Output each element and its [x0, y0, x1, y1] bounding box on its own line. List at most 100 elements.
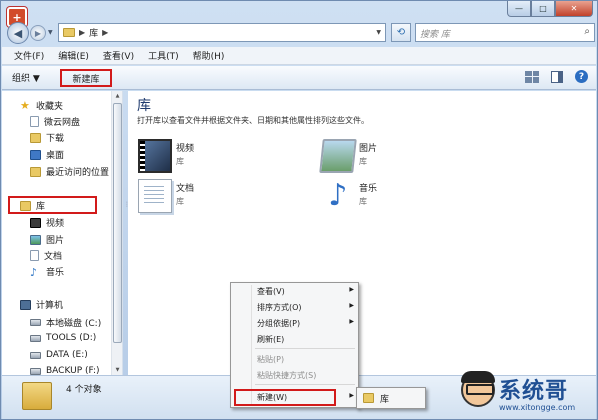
- library-tile-documents[interactable]: 文档 库: [138, 179, 194, 213]
- minimize-button[interactable]: —: [507, 1, 531, 17]
- breadcrumb-library[interactable]: 库: [89, 26, 98, 39]
- chevron-down-icon[interactable]: ▼: [376, 29, 381, 36]
- cloud-drive-icon: [30, 116, 39, 127]
- watermark-url: www.xitongge.com: [499, 403, 576, 412]
- arrow-left-icon: ◀: [13, 26, 23, 40]
- page-description: 打开库以查看文件并根据文件夹、日期和其他属性排列这些文件。: [137, 116, 369, 125]
- navigation-pane: ★ 收藏夹 微云网盘 下载 桌面 最近访问的位置 库 视频 图片 文档 ♪ 音乐…: [2, 91, 123, 375]
- preview-pane-icon[interactable]: [551, 70, 563, 83]
- tile-name: 音乐: [359, 184, 378, 194]
- scroll-up-icon[interactable]: ▲: [113, 91, 122, 101]
- back-button[interactable]: ◀: [7, 22, 29, 44]
- tile-name: 视频: [176, 144, 195, 154]
- ctx-item-new[interactable]: 新建(W) ▶: [257, 392, 354, 403]
- nav-item-label: 本地磁盘 (C:): [46, 319, 102, 329]
- chevron-right-icon[interactable]: ▶: [79, 28, 85, 37]
- picture-library-icon: [319, 139, 357, 173]
- computer-icon: [20, 299, 31, 310]
- nav-item-drive-d[interactable]: TOOLS (D:): [30, 333, 96, 343]
- nav-item-videos[interactable]: 视频: [30, 216, 64, 229]
- nav-item-label: 图片: [46, 236, 65, 246]
- explorer-window: + — □ ✕ ◀ ▶ ▼ ▶ 库 ▶ ▼ ⟲ 搜索 库 ⌕ 文件(F) 编辑(…: [0, 0, 598, 420]
- search-input[interactable]: 搜索 库 ⌕: [415, 23, 595, 42]
- menu-view[interactable]: 查看(V): [103, 49, 134, 62]
- organize-button[interactable]: 组织 ▼: [2, 71, 50, 84]
- menu-gutter: [251, 285, 252, 405]
- nav-item-label: DATA (E:): [46, 350, 88, 360]
- recent-places-icon: [30, 166, 41, 177]
- drive-icon: [30, 334, 41, 342]
- nav-item-label: 微云网盘: [44, 118, 81, 128]
- menu-tools[interactable]: 工具(T): [148, 49, 179, 62]
- library-icon: [363, 393, 374, 403]
- library-tile-pictures[interactable]: 图片 库: [319, 139, 378, 173]
- video-icon: [30, 217, 41, 228]
- nav-favorites[interactable]: ★ 收藏夹: [20, 99, 63, 112]
- music-note-icon: ♪: [30, 265, 38, 279]
- nav-item-downloads[interactable]: 下载: [30, 131, 64, 144]
- tile-name: 图片: [359, 144, 378, 154]
- nav-item-desktop[interactable]: 桌面: [30, 148, 64, 161]
- chevron-right-icon[interactable]: ▶: [102, 28, 108, 37]
- mascot-logo-icon: [461, 371, 495, 407]
- nav-item-music[interactable]: ♪ 音乐: [30, 265, 64, 279]
- site-watermark: 系统哥 www.xitongge.com: [459, 369, 597, 419]
- ctx-item-label: 排序方式(O): [257, 303, 302, 312]
- nav-item-drive-f[interactable]: BACKUP (F:): [30, 366, 100, 375]
- nav-scrollbar[interactable]: ▲ ▼: [111, 91, 122, 375]
- library-tile-music[interactable]: ♪ 音乐 库: [321, 179, 377, 213]
- submenu-arrow-icon: ▶: [349, 318, 354, 325]
- nav-computer[interactable]: 计算机: [20, 298, 63, 311]
- menu-help[interactable]: 帮助(H): [193, 49, 225, 62]
- ctx-item-label: 新建(W): [257, 393, 288, 402]
- nav-item-weiyun[interactable]: 微云网盘: [30, 115, 80, 128]
- ctx-item-sort[interactable]: 排序方式(O) ▶: [257, 302, 354, 313]
- scroll-thumb[interactable]: [113, 103, 122, 343]
- recent-pages-dropdown[interactable]: ▼: [48, 29, 53, 36]
- address-bar[interactable]: ▶ 库 ▶ ▼: [58, 23, 386, 42]
- new-submenu: 库: [356, 387, 426, 409]
- scroll-down-icon[interactable]: ▼: [113, 365, 122, 375]
- command-bar: 组织 ▼ 新建库 ?: [2, 66, 596, 90]
- menu-file[interactable]: 文件(F): [14, 49, 44, 62]
- page-title: 库: [137, 98, 151, 114]
- ctx-item-label: 查看(V): [257, 287, 285, 296]
- nav-favorites-label: 收藏夹: [36, 102, 64, 112]
- tile-subtitle: 库: [359, 157, 367, 166]
- nav-item-drive-c[interactable]: 本地磁盘 (C:): [30, 316, 101, 329]
- picture-icon: [30, 234, 41, 245]
- new-library-button[interactable]: 新建库: [60, 69, 112, 87]
- refresh-button[interactable]: ⟲: [391, 23, 411, 42]
- forward-button[interactable]: ▶: [30, 25, 46, 41]
- ctx-item-group[interactable]: 分组依据(P) ▶: [257, 318, 354, 329]
- nav-item-recent[interactable]: 最近访问的位置: [30, 165, 109, 178]
- view-controls: ?: [525, 70, 588, 83]
- nav-item-drive-e[interactable]: DATA (E:): [30, 350, 88, 360]
- close-button[interactable]: ✕: [555, 1, 593, 17]
- nav-computer-label: 计算机: [36, 301, 64, 311]
- ctx-item-paste: 粘贴(P): [257, 355, 285, 364]
- submenu-item-library[interactable]: 库: [380, 392, 389, 405]
- nav-libraries[interactable]: 库: [20, 199, 45, 212]
- tile-subtitle: 库: [176, 197, 184, 206]
- video-library-icon: [138, 139, 172, 173]
- refresh-icon: ⟲: [396, 27, 406, 38]
- watermark-brand: 系统哥: [499, 379, 569, 404]
- ctx-item-label: 分组依据(P): [257, 319, 301, 328]
- maximize-button[interactable]: □: [531, 1, 555, 17]
- library-tile-videos[interactable]: 视频 库: [138, 139, 194, 173]
- menu-edit[interactable]: 编辑(E): [58, 49, 89, 62]
- tile-name: 文档: [176, 184, 195, 194]
- context-menu: 查看(V) ▶ 排序方式(O) ▶ 分组依据(P) ▶ 刷新(E) 粘贴(P) …: [230, 282, 359, 408]
- ctx-item-paste-shortcut: 粘贴快捷方式(S): [257, 371, 317, 380]
- change-view-icon[interactable]: [525, 70, 539, 83]
- nav-item-documents[interactable]: 文档: [30, 249, 62, 262]
- help-icon[interactable]: ?: [575, 70, 588, 83]
- ctx-item-refresh[interactable]: 刷新(E): [257, 334, 284, 345]
- new-library-label: 新建库: [72, 74, 100, 85]
- title-bar: + — □ ✕ ◀ ▶ ▼ ▶ 库 ▶ ▼ ⟲ 搜索 库 ⌕: [1, 1, 597, 45]
- window-controls: — □ ✕: [507, 1, 593, 17]
- ctx-item-view[interactable]: 查看(V) ▶: [257, 286, 354, 297]
- submenu-arrow-icon: ▶: [349, 302, 354, 309]
- nav-item-pictures[interactable]: 图片: [30, 233, 64, 246]
